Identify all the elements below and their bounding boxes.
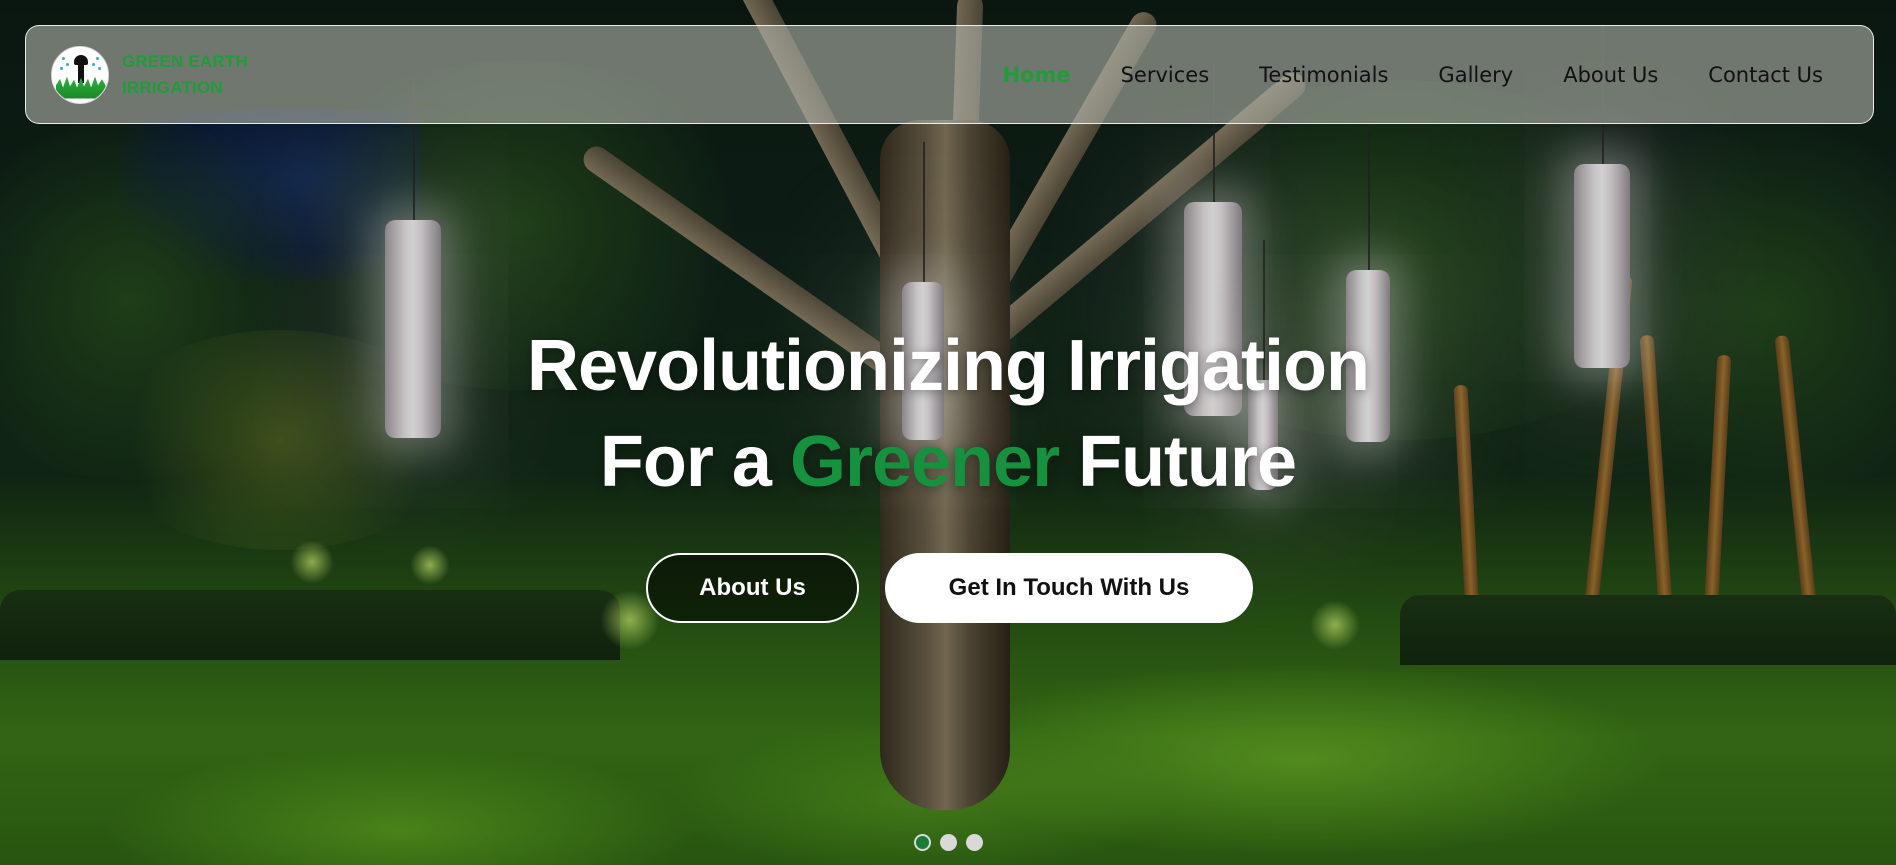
nav-links: Home Services Testimonials Gallery About… — [1002, 63, 1823, 87]
carousel-dots — [914, 834, 983, 851]
get-in-touch-button[interactable]: Get In Touch With Us — [885, 553, 1253, 623]
nav-contact-us[interactable]: Contact Us — [1708, 63, 1823, 87]
carousel-dot-3[interactable] — [966, 834, 983, 851]
headline-line-1: Revolutionizing Irrigation — [527, 326, 1370, 406]
headline-line-2: For a Greener Future — [0, 414, 1896, 510]
brand-line-2: IRRIGATION — [122, 77, 223, 97]
carousel-dot-1[interactable] — [914, 834, 931, 851]
carousel-dot-2[interactable] — [940, 834, 957, 851]
about-us-button[interactable]: About Us — [646, 553, 859, 623]
headline-suffix: Future — [1059, 422, 1297, 502]
nav-services[interactable]: Services — [1121, 63, 1210, 87]
hero-headline: Revolutionizing Irrigation For a Greener… — [0, 318, 1896, 510]
brand[interactable]: GREEN EARTH IRRIGATION — [51, 45, 248, 104]
sprinkler-logo-icon — [51, 45, 109, 104]
nav-home[interactable]: Home — [1002, 63, 1070, 87]
brand-name: GREEN EARTH IRRIGATION — [122, 49, 248, 101]
brand-line-1: GREEN EARTH — [122, 51, 248, 71]
navbar: GREEN EARTH IRRIGATION Home Services Tes… — [25, 25, 1874, 124]
nav-about-us[interactable]: About Us — [1563, 63, 1658, 87]
headline-prefix: For a — [599, 422, 790, 502]
nav-gallery[interactable]: Gallery — [1438, 63, 1513, 87]
headline-accent: Greener — [789, 422, 1060, 502]
nav-testimonials[interactable]: Testimonials — [1259, 63, 1388, 87]
